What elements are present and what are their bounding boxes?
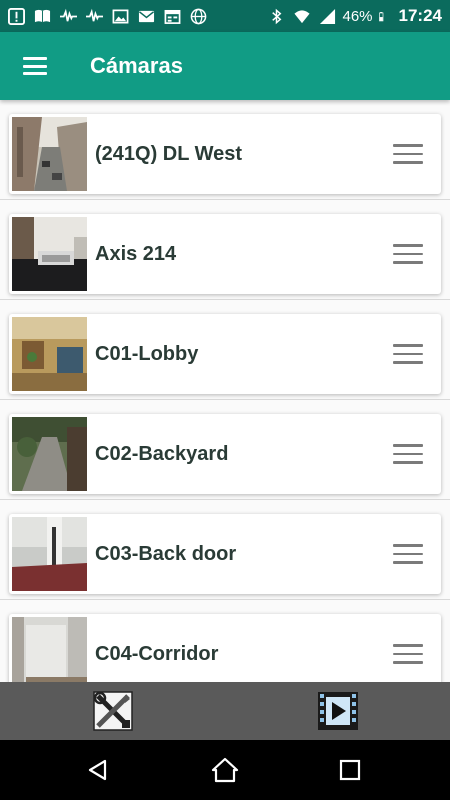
camera-card[interactable]: (241Q) DL West: [9, 114, 441, 194]
drag-handle-icon[interactable]: [393, 644, 423, 664]
mail-icon: [138, 10, 155, 22]
camera-thumbnail[interactable]: [12, 617, 87, 682]
home-button[interactable]: [205, 752, 245, 788]
camera-name: C03-Back door: [95, 542, 237, 565]
status-bar: 46% 17:24: [0, 0, 450, 32]
alert-icon: [8, 7, 25, 25]
navigation-bar: [0, 740, 450, 800]
hamburger-menu-icon: [23, 57, 47, 75]
battery-icon: [378, 11, 383, 21]
drag-handle-icon[interactable]: [393, 144, 423, 164]
list-item[interactable]: C01-Lobby: [0, 300, 450, 400]
camera-list[interactable]: (241Q) DL West Axis 214 C01-Lobby C02-Ba…: [0, 100, 450, 682]
back-icon: [88, 759, 107, 781]
settings-tools-button[interactable]: [92, 690, 134, 732]
pulse-icon: [60, 8, 77, 21]
pulse-icon: [86, 8, 103, 21]
page-title: Cámaras: [90, 53, 183, 78]
battery-percent: 46%: [342, 7, 373, 25]
camera-name: Axis 214: [95, 242, 177, 265]
book-icon: [34, 9, 51, 22]
camera-card[interactable]: C02-Backyard: [9, 414, 441, 494]
drag-handle-icon[interactable]: [393, 244, 423, 264]
video-play-icon: [318, 692, 358, 730]
bottom-toolbar: [0, 682, 450, 740]
home-icon: [211, 757, 239, 783]
recents-button[interactable]: [330, 752, 370, 788]
list-item[interactable]: (241Q) DL West: [0, 100, 450, 200]
camera-name: C01-Lobby: [95, 342, 199, 365]
camera-name: C04-Corridor: [95, 642, 219, 665]
camera-name: C02-Backyard: [95, 442, 229, 465]
notification-icons: [8, 7, 207, 25]
list-item[interactable]: Axis 214: [0, 200, 450, 300]
camera-thumbnail[interactable]: [12, 217, 87, 291]
video-playback-button[interactable]: [317, 690, 359, 732]
camera-name: (241Q) DL West: [95, 142, 243, 165]
back-button[interactable]: [78, 752, 118, 788]
calendar-icon: [164, 9, 181, 24]
bluetooth-icon: [272, 8, 282, 24]
list-item[interactable]: C02-Backyard: [0, 400, 450, 500]
camera-thumbnail[interactable]: [12, 417, 87, 491]
list-item[interactable]: C04-Corridor: [0, 600, 450, 682]
camera-card[interactable]: C04-Corridor: [9, 614, 441, 682]
camera-thumbnail[interactable]: [12, 517, 87, 591]
signal-icon: [320, 8, 336, 24]
globe-icon: [190, 8, 207, 24]
camera-card[interactable]: Axis 214: [9, 214, 441, 294]
wifi-icon: [294, 9, 311, 23]
system-status: 46% 17:24: [268, 6, 442, 26]
list-item[interactable]: C03-Back door: [0, 500, 450, 600]
clock: 17:24: [398, 6, 442, 25]
drag-handle-icon[interactable]: [393, 344, 423, 364]
app-bar: Cámaras: [0, 32, 450, 100]
menu-button[interactable]: [0, 32, 70, 100]
drag-handle-icon[interactable]: [393, 444, 423, 464]
image-icon: [112, 9, 129, 23]
camera-thumbnail[interactable]: [12, 117, 87, 191]
drag-handle-icon[interactable]: [393, 544, 423, 564]
tools-icon: [93, 691, 133, 731]
recents-icon: [339, 759, 361, 781]
camera-card[interactable]: C03-Back door: [9, 514, 441, 594]
camera-thumbnail[interactable]: [12, 317, 87, 391]
camera-card[interactable]: C01-Lobby: [9, 314, 441, 394]
